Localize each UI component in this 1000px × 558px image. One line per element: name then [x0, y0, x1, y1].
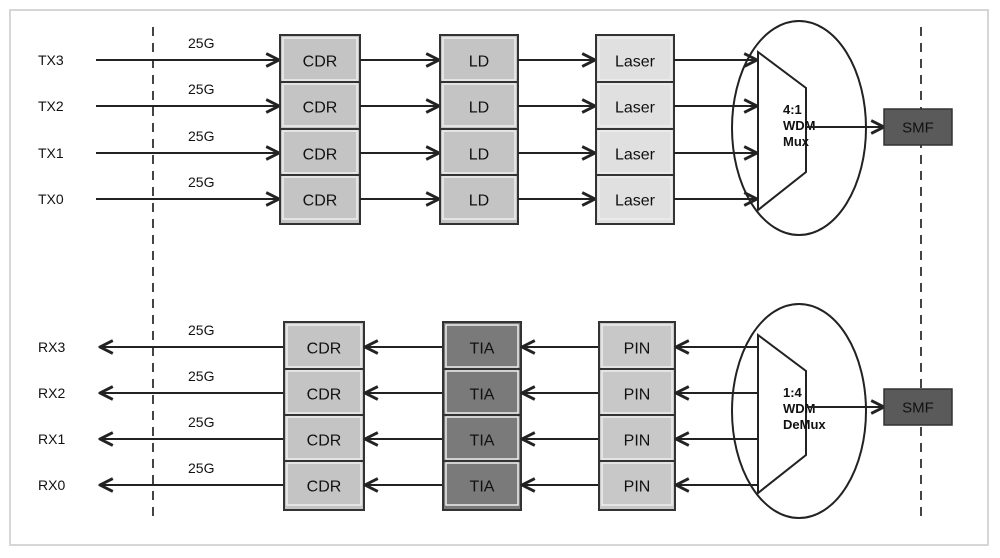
rate-label: 25G [188, 81, 214, 97]
cdr-label: CDR [307, 341, 342, 358]
optical-transceiver-diagram: TX3 25G TX2 25G TX1 25G TX0 25G CDR CDR CDR CDR LD LD… [38, 20, 953, 520]
rate-label: 25G [188, 414, 214, 430]
pin-label: PIN [624, 341, 651, 358]
laser-label: Laser [615, 193, 656, 210]
rate-label: 25G [188, 128, 214, 144]
smf-label: SMF [902, 400, 934, 417]
rate-label: 25G [188, 322, 214, 338]
wdm-label: Mux [783, 134, 810, 149]
smf-label: SMF [902, 120, 934, 137]
wdm-label: 4:1 [783, 102, 802, 117]
laser-label: Laser [615, 54, 656, 71]
lane-label: RX3 [38, 339, 65, 355]
laser-label: Laser [615, 147, 656, 164]
lane-label: RX1 [38, 431, 65, 447]
lane-label: TX2 [38, 98, 64, 114]
wdm-label: WDM [783, 118, 816, 133]
rate-label: 25G [188, 174, 214, 190]
lane-label: TX0 [38, 191, 64, 207]
pin-label: PIN [624, 387, 651, 404]
lane-label: RX0 [38, 477, 65, 493]
wdm-label: WDM [783, 401, 816, 416]
cdr-label: CDR [303, 54, 338, 71]
pin-label: PIN [624, 433, 651, 450]
wdm-label: DeMux [783, 417, 826, 432]
cdr-label: CDR [307, 479, 342, 496]
rate-label: 25G [188, 460, 214, 476]
cdr-label: CDR [307, 433, 342, 450]
cdr-label: CDR [307, 387, 342, 404]
tia-label: TIA [470, 433, 495, 450]
tia-label: TIA [470, 387, 495, 404]
ld-label: LD [469, 100, 489, 117]
cdr-label: CDR [303, 193, 338, 210]
cdr-label: CDR [303, 147, 338, 164]
ld-label: LD [469, 147, 489, 164]
cdr-label: CDR [303, 100, 338, 117]
tia-label: TIA [470, 341, 495, 358]
lane-label: TX1 [38, 145, 64, 161]
rate-label: 25G [188, 35, 214, 51]
rate-label: 25G [188, 368, 214, 384]
ld-label: LD [469, 193, 489, 210]
tia-label: TIA [470, 479, 495, 496]
wdm-label: 1:4 [783, 385, 803, 400]
lane-label: RX2 [38, 385, 65, 401]
pin-label: PIN [624, 479, 651, 496]
lane-label: TX3 [38, 52, 64, 68]
ld-label: LD [469, 54, 489, 71]
laser-label: Laser [615, 100, 656, 117]
